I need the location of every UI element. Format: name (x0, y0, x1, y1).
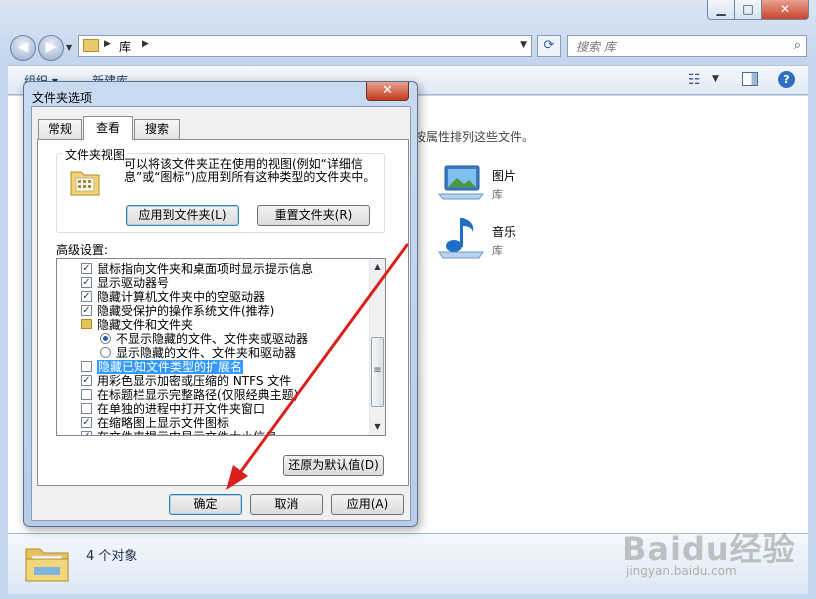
breadcrumb-arrow-icon[interactable]: ▶ (104, 39, 111, 49)
checkbox-checked[interactable]: ✓ (81, 263, 92, 274)
folder-group-icon (81, 319, 92, 329)
search-input[interactable] (574, 37, 778, 57)
advanced-settings-label: 高级设置: (56, 243, 109, 257)
advanced-setting-label: 不显示隐藏的文件、文件夹或驱动器 (116, 332, 309, 346)
checkbox-unchecked[interactable] (81, 403, 92, 414)
tab-view[interactable]: 查看 (83, 116, 133, 140)
reset-folders-button[interactable]: 重置文件夹(R) (257, 205, 370, 226)
library-type-label: 库 (492, 188, 503, 201)
dialog-close-button[interactable]: ✕ (366, 82, 409, 101)
advanced-setting-label: 在缩略图上显示文件图标 (97, 416, 230, 430)
advanced-settings-list[interactable]: ✓ 鼠标指向文件夹和桌面项时显示提示信息 ✓ 显示驱动器号 ✓ 隐藏计算机文件夹中的空驱动… (56, 258, 386, 436)
scroll-thumb[interactable]: ≡ (371, 337, 384, 407)
radio-unselected[interactable] (100, 347, 111, 358)
advanced-setting-label: 用彩色显示加密或压缩的 NTFS 文件 (97, 374, 292, 388)
checkbox-unchecked[interactable] (81, 361, 92, 372)
cancel-button[interactable]: 取消 (250, 494, 323, 515)
radio-selected[interactable] (100, 333, 111, 344)
maximize-button[interactable]: □ (734, 0, 762, 20)
scroll-up-icon[interactable]: ▲ (370, 259, 385, 275)
view-options-chevron-icon[interactable]: ▼ (712, 74, 719, 84)
advanced-settings-items: ✓ 鼠标指向文件夹和桌面项时显示提示信息 ✓ 显示驱动器号 ✓ 隐藏计算机文件夹中的空驱动… (57, 259, 369, 435)
scroll-down-icon[interactable]: ▼ (370, 419, 385, 435)
ok-button[interactable]: 确定 (169, 494, 242, 515)
dialog-title: 文件夹选项 (32, 91, 93, 105)
libraries-folder-icon (25, 548, 69, 582)
search-icon[interactable]: ⌕ (794, 38, 801, 53)
advanced-setting-label: 在文件夹提示中显示文件大小信息 (97, 430, 277, 435)
advanced-setting-label: 显示驱动器号 (97, 276, 170, 290)
advanced-setting-label: 显示隐藏的文件、文件夹和驱动器 (116, 346, 297, 360)
help-icon[interactable]: ? (778, 71, 795, 88)
recent-pages-chevron-icon[interactable]: ▼ (66, 42, 76, 54)
advanced-setting-label: 隐藏计算机文件夹中的空驱动器 (97, 290, 266, 304)
music-library-icon[interactable] (437, 216, 485, 260)
checkbox-checked[interactable]: ✓ (81, 277, 92, 288)
arrange-hint: 按属性排列这些文件。 (414, 130, 535, 144)
advanced-setting-label: 鼠标指向文件夹和桌面项时显示提示信息 (97, 262, 314, 276)
restore-defaults-button[interactable]: 还原为默认值(D) (283, 455, 384, 476)
checkbox-unchecked[interactable] (81, 389, 92, 400)
checkbox-checked[interactable]: ✓ (81, 417, 92, 428)
watermark-url: jingyan.baidu.com (626, 564, 737, 578)
checkbox-checked[interactable]: ✓ (81, 431, 92, 435)
refresh-button[interactable]: ⟳ (537, 35, 561, 57)
forward-button[interactable]: ▶ (38, 35, 64, 61)
checkbox-checked[interactable]: ✓ (81, 375, 92, 386)
vertical-scrollbar[interactable]: ▲ ≡ ▼ (369, 259, 385, 435)
preview-pane-icon[interactable] (742, 72, 758, 86)
breadcrumb-arrow-icon[interactable]: ▶ (142, 39, 149, 49)
address-dropdown-icon[interactable]: ▼ (520, 40, 527, 50)
address-bar[interactable]: ▶ 库 ▶ ▼ (78, 35, 532, 57)
search-box[interactable]: ⌕ (567, 35, 807, 57)
library-name-music[interactable]: 音乐 (492, 223, 516, 240)
tab-search[interactable]: 搜索 (134, 119, 180, 139)
library-name-pictures[interactable]: 图片 (492, 167, 516, 184)
breadcrumb-libraries[interactable]: 库 (119, 38, 131, 55)
item-count: 4 个对象 (86, 549, 138, 564)
folder-view-icon (70, 171, 100, 196)
advanced-setting-label: 隐藏已知文件类型的扩展名 (97, 360, 244, 374)
minimize-button[interactable]: ▁ (707, 0, 735, 20)
advanced-setting-label: 隐藏受保护的操作系统文件(推荐) (97, 304, 275, 318)
apply-to-folders-button[interactable]: 应用到文件夹(L) (126, 205, 239, 226)
advanced-setting-label: 在标题栏显示完整路径(仅限经典主题) (97, 388, 299, 402)
folder-views-description: 可以将该文件夹正在使用的视图(例如“详细信息”或“图标”)应用到所有这种类型的文… (124, 157, 376, 184)
library-folder-icon (83, 39, 99, 52)
apply-button[interactable]: 应用(A) (331, 494, 404, 515)
checkbox-checked[interactable]: ✓ (81, 291, 92, 302)
checkbox-checked[interactable]: ✓ (81, 305, 92, 316)
folder-views-legend: 文件夹视图 (62, 146, 129, 163)
tab-general[interactable]: 常规 (38, 119, 82, 139)
library-type-label: 库 (492, 244, 503, 257)
advanced-setting-label: 在单独的进程中打开文件夹窗口 (97, 402, 266, 416)
pictures-library-icon[interactable] (437, 164, 485, 200)
advanced-setting-label: 隐藏文件和文件夹 (97, 318, 194, 332)
window-close-button[interactable]: ✕ (761, 0, 809, 20)
change-view-icon[interactable]: ☷ (688, 72, 701, 88)
back-button[interactable]: ◀ (10, 35, 36, 61)
